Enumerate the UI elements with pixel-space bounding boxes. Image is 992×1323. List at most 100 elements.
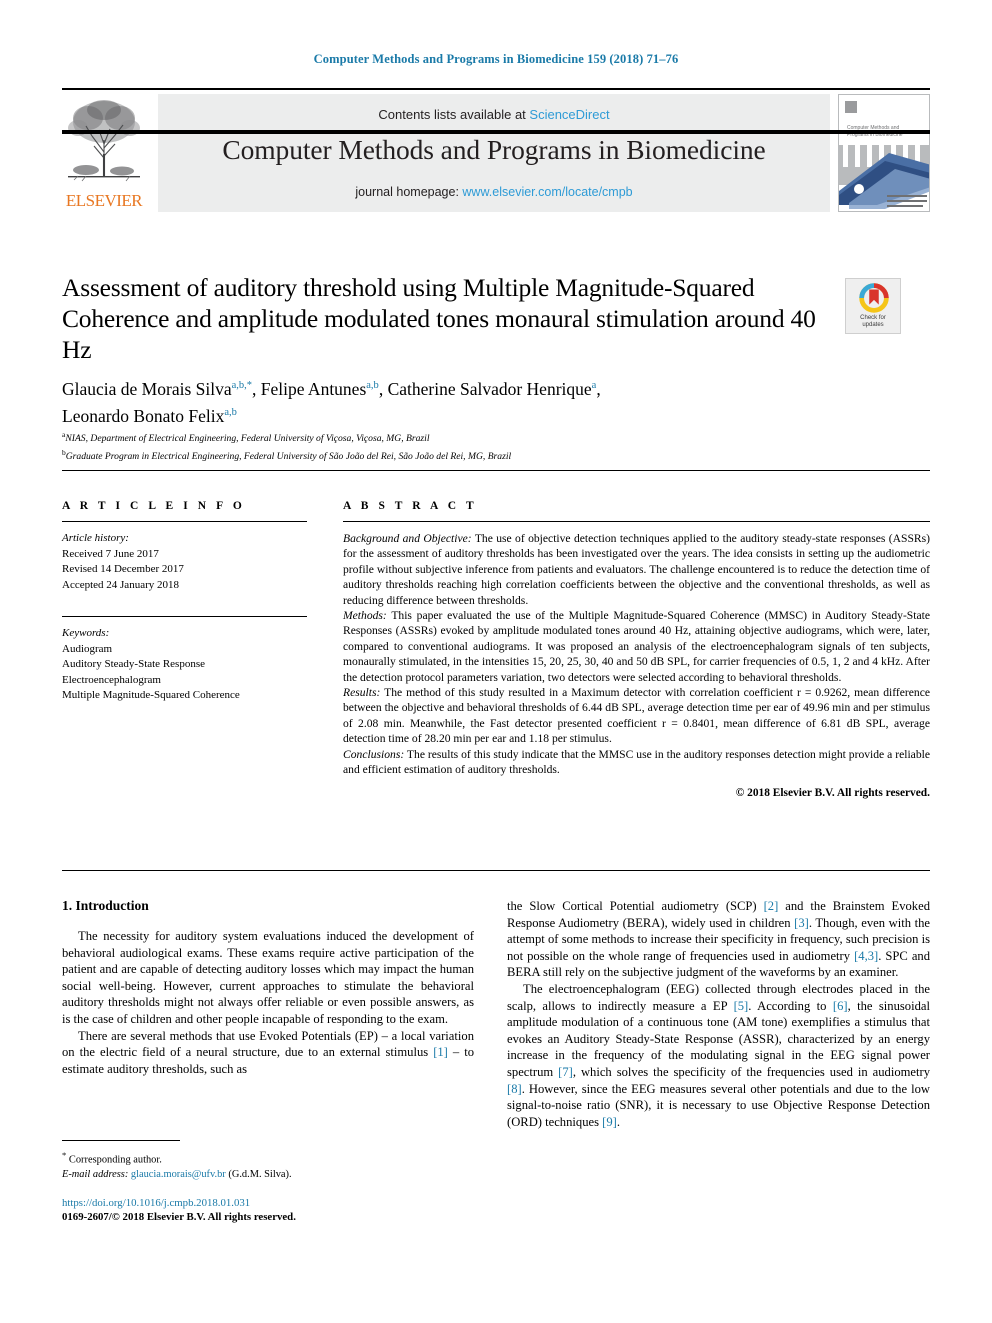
- contents-prefix: Contents lists available at: [378, 107, 530, 122]
- abstract-rule: [343, 521, 930, 522]
- affiliation-item: bGraduate Program in Electrical Engineer…: [62, 446, 892, 464]
- introduction-paragraph: the Slow Cortical Potential audiometry (…: [507, 898, 930, 981]
- journal-homepage-link[interactable]: www.elsevier.com/locate/cmpb: [462, 185, 632, 199]
- abstract-results-label: Results:: [343, 686, 381, 700]
- article-info-column: A R T I C L E I N F O Article history: R…: [62, 500, 307, 704]
- contents-available-line: Contents lists available at ScienceDirec…: [158, 107, 830, 122]
- citation-link[interactable]: [8]: [507, 1082, 522, 1096]
- paragraph-text: .: [616, 1114, 620, 1129]
- introduction-heading: 1. Introduction: [62, 898, 149, 913]
- article-history-received: Received 7 June 2017: [62, 547, 159, 560]
- abstract-conclusions-label: Conclusions:: [343, 747, 405, 761]
- email-label: E-mail address:: [62, 1168, 129, 1180]
- paragraph-text: . According to: [748, 998, 833, 1013]
- citation-link[interactable]: [7]: [558, 1065, 573, 1079]
- keyword-item: Electroencephalogram: [62, 673, 161, 686]
- affiliation-list: aNIAS, Department of Electrical Engineer…: [62, 428, 892, 463]
- citation-link[interactable]: [4,3]: [854, 949, 878, 963]
- abstract-methods-text: This paper evaluated the use of the Mult…: [343, 609, 930, 684]
- abstract-heading: A B S T R A C T: [343, 500, 478, 512]
- journal-cover-art: Computer Methods and Programs in Biomedi…: [839, 95, 929, 211]
- author-name: Catherine Salvador Henrique: [387, 378, 592, 399]
- introduction-paragraph: There are several methods that use Evoke…: [62, 1028, 474, 1078]
- introduction-right-column: the Slow Cortical Potential audiometry (…: [507, 898, 930, 1130]
- article-history-revised: Revised 14 December 2017: [62, 563, 184, 575]
- page-footer: https://doi.org/10.1016/j.cmpb.2018.01.0…: [62, 1196, 474, 1224]
- abstract-column: A B S T R A C T Background and Objective…: [343, 500, 930, 799]
- corresponding-author-footnote: * Corresponding author. E-mail address: …: [62, 1140, 474, 1182]
- abstract-copyright: © 2018 Elsevier B.V. All rights reserved…: [735, 786, 930, 799]
- article-title: Assessment of auditory threshold using M…: [62, 273, 816, 364]
- masthead-bottom-rule: [62, 130, 930, 134]
- elsevier-tree-icon: [68, 100, 140, 182]
- abstract-results-text: The method of this study resulted in a M…: [343, 686, 930, 746]
- keyword-item: Multiple Magnitude-Squared Coherence: [62, 689, 240, 701]
- keywords-block: Keywords: Audiogram Auditory Steady-Stat…: [62, 616, 307, 704]
- body-divider: [62, 870, 930, 871]
- citation-link[interactable]: [2]: [764, 899, 779, 913]
- citation-link[interactable]: [5]: [734, 999, 749, 1013]
- citation-link[interactable]: [3]: [794, 916, 809, 930]
- elsevier-logo: ELSEVIER: [62, 94, 146, 212]
- abstract-conclusions: Conclusions: The results of this study i…: [343, 747, 930, 778]
- author-affiliation-marker: a,b: [224, 406, 237, 418]
- author-name: Felipe Antunes: [260, 378, 367, 399]
- paragraph-text: There are several methods that use Evoke…: [62, 1028, 474, 1060]
- doi-link[interactable]: https://doi.org/10.1016/j.cmpb.2018.01.0…: [62, 1196, 474, 1210]
- crossmark-badge[interactable]: Check for updates: [845, 278, 901, 334]
- author-name: Leonardo Bonato Felix: [62, 405, 225, 426]
- keyword-item: Audiogram: [62, 642, 113, 655]
- article-info-rule: [62, 521, 307, 522]
- introduction-paragraph: The necessity for auditory system evalua…: [62, 929, 474, 1026]
- author-affiliation-marker: a,b,: [231, 380, 247, 391]
- crossmark-icon: [859, 283, 889, 313]
- email-link[interactable]: glaucia.morais@ufv.br: [131, 1169, 226, 1180]
- citation-link[interactable]: [1]: [433, 1045, 448, 1059]
- abstract-conclusions-text: The results of this study indicate that …: [343, 747, 930, 777]
- email-line: E-mail address: glaucia.morais@ufv.br (G…: [62, 1168, 474, 1183]
- crossmark-label: Check for updates: [846, 315, 900, 329]
- journal-homepage-line: journal homepage: www.elsevier.com/locat…: [158, 185, 830, 199]
- paragraph-text: . However, since the EEG measures severa…: [507, 1081, 930, 1129]
- elsevier-wordmark: ELSEVIER: [65, 191, 143, 210]
- author-affiliation-marker: a,b: [366, 380, 379, 391]
- author-name: Glaucia de Morais Silva: [62, 378, 232, 399]
- issn-copyright: 0169-2607/© 2018 Elsevier B.V. All right…: [62, 1211, 296, 1223]
- abstract-methods: Methods: This paper evaluated the use of…: [343, 608, 930, 685]
- email-owner: (G.d.M. Silva).: [225, 1168, 292, 1180]
- corresponding-author-text: Corresponding author.: [66, 1154, 162, 1166]
- keywords-title: Keywords:: [62, 627, 110, 639]
- affiliation-item: aNIAS, Department of Electrical Engineer…: [62, 428, 892, 446]
- affiliation-text: NIAS, Department of Electrical Engineeri…: [65, 433, 430, 445]
- article-history-accepted: Accepted 24 January 2018: [62, 578, 179, 591]
- abstract-background-label: Background and Objective:: [343, 532, 472, 545]
- citation-link[interactable]: [9]: [602, 1115, 617, 1129]
- abstract-methods-label: Methods:: [343, 609, 387, 623]
- masthead-top-rule: [62, 88, 930, 90]
- abstract-body: Background and Objective: The use of obj…: [343, 531, 930, 799]
- authors-divider: [62, 470, 930, 471]
- abstract-background: Background and Objective: The use of obj…: [343, 531, 930, 608]
- journal-cover-thumbnail: Computer Methods and Programs in Biomedi…: [838, 94, 930, 212]
- abstract-results: Results: The method of this study result…: [343, 685, 930, 747]
- journal-masthead: ELSEVIER Contents lists available at Sci…: [62, 88, 930, 212]
- title-block: Assessment of auditory threshold using M…: [62, 272, 832, 365]
- footnote-rule: [62, 1140, 180, 1141]
- paragraph-text: , which solves the specificity of the fr…: [572, 1064, 930, 1079]
- journal-band: Contents lists available at ScienceDirec…: [158, 94, 830, 212]
- sciencedirect-link[interactable]: ScienceDirect: [529, 107, 609, 122]
- paper-page: Computer Methods and Programs in Biomedi…: [0, 0, 992, 1323]
- keyword-item: Auditory Steady-State Response: [62, 658, 205, 670]
- paragraph-text: the Slow Cortical Potential audiometry (…: [507, 899, 764, 913]
- crossmark-line1: Check for: [860, 315, 886, 321]
- affiliation-text: Graduate Program in Electrical Engineeri…: [65, 450, 512, 462]
- running-head: Computer Methods and Programs in Biomedi…: [313, 52, 679, 66]
- corresponding-author-line: * Corresponding author.: [62, 1148, 474, 1168]
- author-affiliation-marker: a: [591, 380, 597, 391]
- article-history-title: Article history:: [62, 532, 129, 544]
- article-info-heading: A R T I C L E I N F O: [62, 500, 246, 512]
- introduction-paragraph: The electroencephalogram (EEG) collected…: [507, 981, 930, 1130]
- citation-link[interactable]: [6]: [833, 999, 848, 1013]
- journal-title: Computer Methods and Programs in Biomedi…: [222, 134, 766, 165]
- homepage-prefix: journal homepage:: [355, 185, 463, 199]
